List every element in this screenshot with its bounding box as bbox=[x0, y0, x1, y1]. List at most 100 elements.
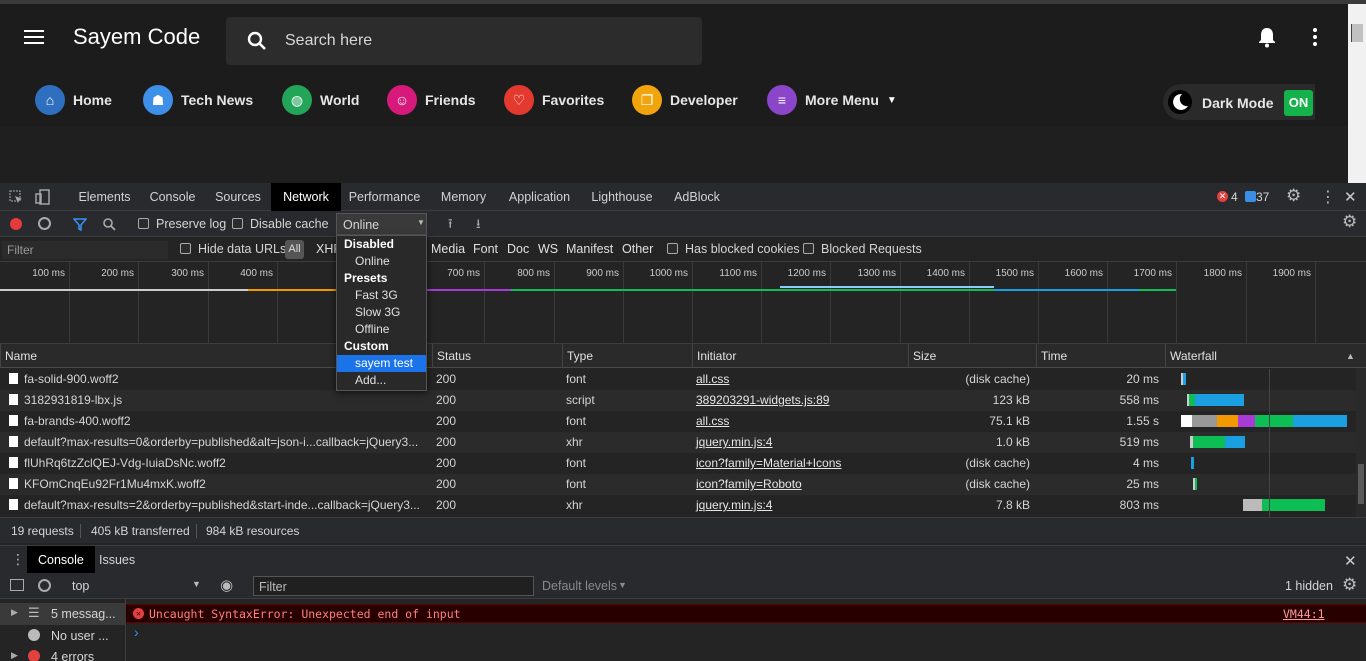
eye-icon[interactable]: ◉ bbox=[220, 576, 233, 594]
tab-drawer-console[interactable]: Console bbox=[27, 546, 95, 574]
devtools-menu-icon[interactable]: ⋮ bbox=[1320, 187, 1336, 207]
settings-gear-icon[interactable]: ⚙ bbox=[1286, 186, 1301, 206]
tab-network[interactable]: Network bbox=[271, 183, 341, 211]
error-count-icon[interactable]: ✕ bbox=[1217, 191, 1228, 202]
record-icon[interactable] bbox=[10, 218, 22, 230]
error-count[interactable]: 4 bbox=[1231, 190, 1238, 204]
initiator-link[interactable]: 389203291-widgets.js:89 bbox=[696, 393, 829, 407]
close-devtools-icon[interactable]: ✕ bbox=[1344, 188, 1357, 206]
all-filter-button[interactable]: All bbox=[285, 240, 304, 259]
nav-item-more-menu[interactable]: ≡ More Menu ▼ bbox=[767, 84, 897, 116]
site-logo[interactable]: Sayem Code bbox=[73, 24, 200, 50]
menu-item-add-[interactable]: Add... bbox=[337, 372, 426, 389]
blocked-requests-checkbox[interactable] bbox=[803, 243, 814, 254]
column-header-size[interactable]: Size bbox=[908, 344, 1036, 368]
clear-console-icon[interactable] bbox=[38, 579, 51, 592]
sort-ascending-icon[interactable]: ▲ bbox=[1346, 351, 1355, 361]
console-prompt[interactable]: › bbox=[134, 624, 139, 640]
column-header-initiator[interactable]: Initiator bbox=[692, 344, 908, 368]
filter-input[interactable]: Filter bbox=[2, 241, 168, 259]
close-drawer-icon[interactable]: ✕ bbox=[1344, 552, 1357, 570]
log-levels-select[interactable]: Default levels bbox=[542, 579, 617, 593]
import-har-icon[interactable]: ⭱ bbox=[448, 215, 453, 237]
console-filter-input[interactable]: Filter bbox=[253, 576, 534, 596]
filter-type-ws[interactable]: WS bbox=[538, 242, 558, 256]
filter-type-font[interactable]: Font bbox=[473, 242, 498, 256]
menu-item-online[interactable]: Online bbox=[337, 253, 426, 270]
network-overview-timeline[interactable]: 100 ms 200 ms 300 ms 400 ms 700 ms 800 ms 900 … bbox=[0, 262, 1366, 344]
console-error-message[interactable]: ✕ Uncaught SyntaxError: Unexpected end o… bbox=[126, 604, 1366, 623]
filter-type-other[interactable]: Other bbox=[622, 242, 653, 256]
nav-item-friends[interactable]: ☺ Friends bbox=[387, 84, 476, 116]
table-row[interactable]: flUhRq6tzZclQEJ-Vdg-IuiaDsNc.woff2 200 fon… bbox=[0, 453, 1356, 474]
tab-adblock[interactable]: AdBlock bbox=[662, 183, 732, 211]
sidebar-item-errors[interactable]: ▶ 4 errors bbox=[0, 647, 126, 661]
hide-data-urls-checkbox[interactable] bbox=[180, 243, 191, 254]
throttle-select[interactable]: Online ▼ bbox=[336, 213, 427, 235]
device-toolbar-icon[interactable] bbox=[35, 189, 51, 205]
tab-elements[interactable]: Elements bbox=[69, 183, 140, 211]
context-select[interactable]: top ▼ bbox=[66, 576, 208, 596]
dark-mode-status-badge[interactable]: ON bbox=[1284, 90, 1313, 116]
tab-performance[interactable]: Performance bbox=[341, 183, 428, 211]
initiator-link[interactable]: icon?family=Roboto bbox=[696, 477, 802, 491]
column-header-status[interactable]: Status bbox=[432, 344, 562, 368]
more-options-icon[interactable] bbox=[1313, 28, 1317, 49]
disable-cache-checkbox[interactable] bbox=[232, 218, 243, 229]
search-input[interactable]: Search here bbox=[285, 32, 372, 50]
column-header-type[interactable]: Type bbox=[562, 344, 692, 368]
menu-item-sayem-test[interactable]: sayem test bbox=[337, 355, 426, 372]
tab-application[interactable]: Application bbox=[497, 183, 582, 211]
table-row[interactable]: KFOmCnqEu92Fr1Mu4mxK.woff2 200 font icon?fa… bbox=[0, 474, 1356, 495]
menu-item-fast-3g[interactable]: Fast 3G bbox=[337, 287, 426, 304]
table-row[interactable]: 3182931819-lbx.js 200 script 389203291-widg… bbox=[0, 390, 1356, 411]
table-row[interactable]: fa-solid-900.woff2 200 font all.css (disk ca… bbox=[0, 369, 1356, 390]
initiator-link[interactable]: all.css bbox=[696, 372, 729, 386]
sidebar-item-user-messages[interactable]: No user ... bbox=[0, 625, 126, 647]
hamburger-menu-icon[interactable] bbox=[24, 30, 44, 44]
search-icon[interactable] bbox=[102, 217, 116, 231]
message-count[interactable]: 37 bbox=[1256, 190, 1269, 204]
filter-type-manifest[interactable]: Manifest bbox=[566, 242, 613, 256]
preserve-log-checkbox[interactable] bbox=[138, 218, 149, 229]
table-row[interactable]: default?max-results=2&orderby=published&… bbox=[0, 495, 1356, 516]
export-har-icon[interactable]: ⭳ bbox=[476, 215, 481, 237]
column-header-time[interactable]: Time bbox=[1036, 344, 1165, 368]
bell-icon[interactable] bbox=[1257, 26, 1277, 48]
blocked-cookies-checkbox[interactable] bbox=[667, 243, 678, 254]
network-settings-icon[interactable]: ⚙ bbox=[1342, 212, 1357, 232]
table-row[interactable]: fa-brands-400.woff2 200 font all.css 75.1 kB… bbox=[0, 411, 1356, 432]
nav-item-developer[interactable]: ❐ Developer bbox=[632, 84, 738, 116]
nav-item-tech-news[interactable]: ☗ Tech News bbox=[143, 84, 253, 116]
nav-item-favorites[interactable]: ♡ Favorites bbox=[504, 84, 604, 116]
initiator-link[interactable]: all.css bbox=[696, 414, 729, 428]
initiator-link[interactable]: icon?family=Material+Icons bbox=[696, 456, 841, 470]
menu-item-slow-3g[interactable]: Slow 3G bbox=[337, 304, 426, 321]
table-scrollbar[interactable] bbox=[1356, 368, 1366, 517]
column-header-waterfall[interactable]: Waterfall bbox=[1165, 344, 1356, 368]
filter-type-media[interactable]: Media bbox=[431, 242, 465, 256]
page-scrollbar[interactable] bbox=[1348, 4, 1366, 187]
menu-item-offline[interactable]: Offline bbox=[337, 321, 426, 338]
initiator-link[interactable]: jquery.min.js:4 bbox=[696, 435, 772, 449]
tab-console[interactable]: Console bbox=[140, 183, 205, 211]
initiator-link[interactable]: jquery.min.js:4 bbox=[696, 498, 772, 512]
nav-item-world[interactable]: ◍ World bbox=[282, 84, 359, 116]
drawer-menu-icon[interactable]: ⋮ bbox=[11, 551, 25, 568]
filter-type-doc[interactable]: Doc bbox=[507, 242, 529, 256]
nav-item-home[interactable]: ⌂ Home bbox=[35, 84, 112, 116]
tab-lighthouse[interactable]: Lighthouse bbox=[582, 183, 662, 211]
console-sidebar-toggle-icon[interactable] bbox=[10, 579, 24, 591]
tab-memory[interactable]: Memory bbox=[430, 183, 497, 211]
table-row[interactable]: default?max-results=0&orderby=published&… bbox=[0, 432, 1356, 453]
error-source-link[interactable]: VM44:1 bbox=[1283, 605, 1325, 623]
console-settings-icon[interactable]: ⚙ bbox=[1342, 575, 1357, 595]
tab-drawer-issues[interactable]: Issues bbox=[99, 546, 135, 574]
search-box[interactable]: Search here bbox=[226, 17, 702, 65]
sidebar-item-messages[interactable]: ▶ ☰ 5 messag... bbox=[0, 603, 126, 625]
clear-icon[interactable] bbox=[38, 217, 51, 230]
tab-sources[interactable]: Sources bbox=[205, 183, 271, 211]
filter-icon[interactable] bbox=[73, 218, 87, 231]
inspect-element-icon[interactable] bbox=[9, 190, 23, 204]
message-count-icon[interactable] bbox=[1245, 191, 1256, 202]
